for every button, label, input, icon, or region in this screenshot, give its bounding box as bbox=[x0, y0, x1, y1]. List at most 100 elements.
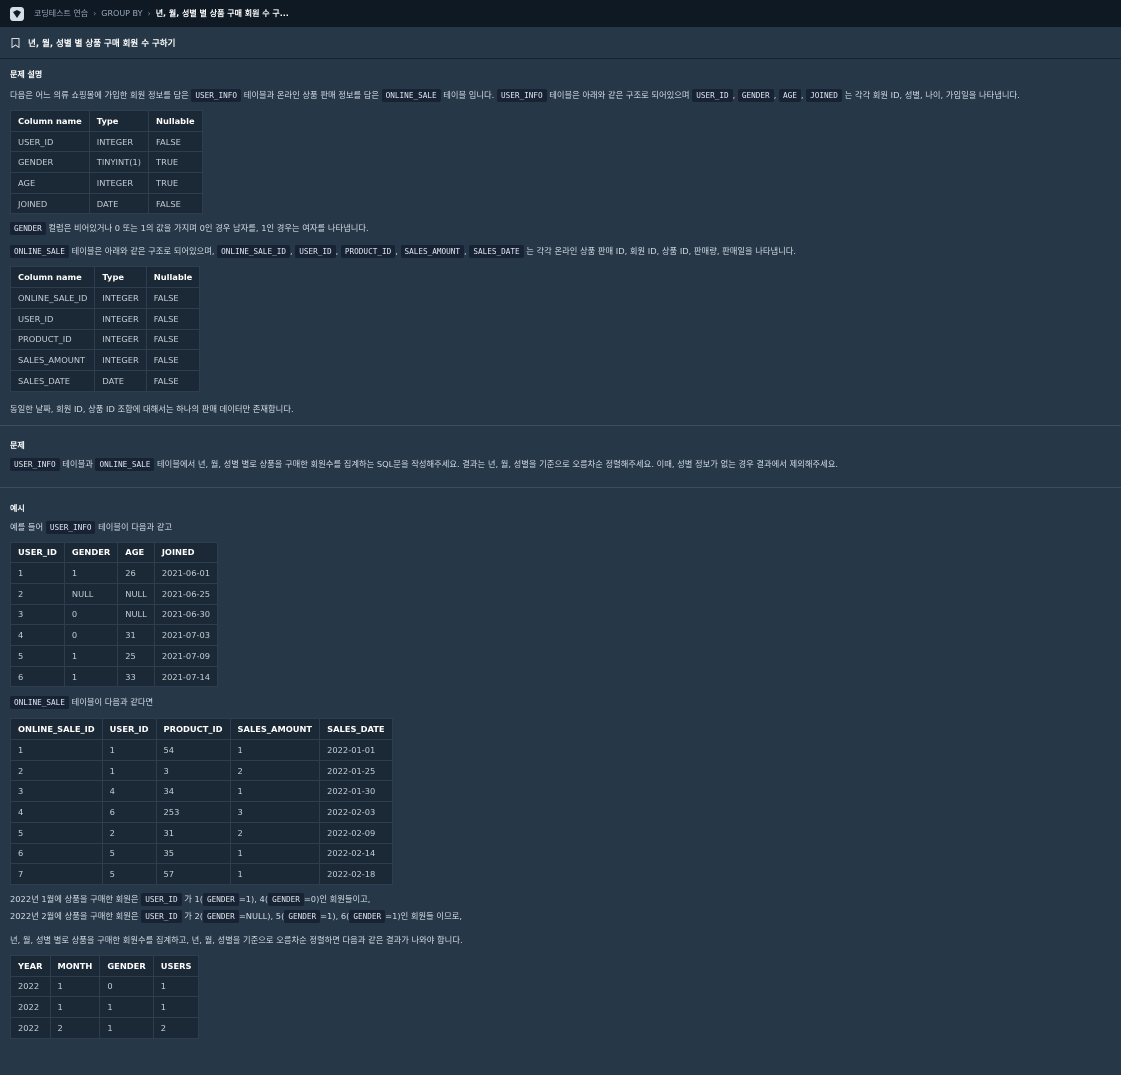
table-cell: 3 bbox=[229, 801, 321, 823]
table-cell: 2021-07-03 bbox=[153, 624, 219, 646]
column-header: USER_ID bbox=[10, 541, 65, 564]
table-cell: NULL bbox=[63, 582, 119, 605]
table-cell: FALSE bbox=[145, 287, 201, 309]
table-cell: 1 bbox=[101, 759, 157, 782]
table-cell: 2 bbox=[10, 582, 65, 605]
breadcrumb-current: 년, 월, 성별 별 상품 구매 회원 수 구... bbox=[155, 9, 289, 18]
table-cell: 1 bbox=[152, 996, 200, 1018]
table-cell: 2021-06-25 bbox=[153, 582, 219, 605]
programmers-logo-icon[interactable] bbox=[10, 6, 24, 21]
january-explanation: 2022년 1월에 상품을 구매한 회원은 USER_ID 가 1(GENDER… bbox=[10, 892, 371, 906]
table-cell: 1 bbox=[101, 739, 157, 761]
table-row: PRODUCT_ID INTEGER FALSE bbox=[9, 328, 201, 351]
table-cell: NULL bbox=[117, 582, 155, 605]
table-cell: 2021-06-30 bbox=[153, 603, 219, 626]
section-heading-description: 문제 설명 bbox=[10, 70, 43, 79]
table-cell: TINYINT(1) bbox=[88, 151, 150, 174]
section-heading-example: 예시 bbox=[10, 503, 25, 513]
top-navigation-bar: 코딩테스트 연습 › GROUP BY › 년, 월, 성별 별 상품 구매 회… bbox=[0, 0, 1121, 27]
table-cell: 31 bbox=[155, 821, 231, 844]
table-row: JOINED DATE FALSE bbox=[10, 192, 203, 215]
table-cell: INTEGER bbox=[94, 307, 147, 330]
table-cell: 7 bbox=[10, 863, 103, 885]
example-intro-online-sale: ONLINE_SALE 테이블이 다음과 같다면 bbox=[10, 694, 1111, 711]
problem-title-bar: 년, 월, 성별 별 상품 구매 회원 수 구하기 bbox=[0, 27, 1121, 59]
table-cell: INTEGER bbox=[94, 328, 147, 351]
table-cell: 1 bbox=[229, 842, 321, 865]
table-cell: 5 bbox=[101, 863, 157, 885]
column-header: GENDER bbox=[99, 954, 154, 977]
table-cell: USER_ID bbox=[10, 130, 90, 153]
table-cell: 4 bbox=[101, 780, 157, 803]
table-cell: 2022-01-25 bbox=[319, 759, 393, 782]
table-row: 3 4 34 1 2022-01-30 bbox=[10, 780, 393, 803]
column-header: JOINED bbox=[153, 541, 219, 564]
breadcrumb-group-by[interactable]: GROUP BY bbox=[101, 9, 142, 18]
table-cell: 25 bbox=[117, 645, 155, 667]
table-cell: FALSE bbox=[145, 349, 201, 371]
table-cell: GENDER bbox=[10, 151, 90, 174]
table-cell: 2022-01-01 bbox=[319, 739, 393, 761]
column-header: YEAR bbox=[10, 954, 51, 977]
table-cell: INTEGER bbox=[94, 349, 147, 371]
table-cell: 35 bbox=[155, 842, 231, 865]
table-header-row: ONLINE_SALE_ID USER_ID PRODUCT_ID SALES_AMO… bbox=[10, 718, 393, 741]
table-cell: TRUE bbox=[148, 172, 203, 194]
table-cell: 4 bbox=[10, 624, 65, 646]
table-row: 7 5 57 1 2022-02-18 bbox=[10, 863, 393, 885]
online-sale-intro: ONLINE_SALE 테이블은 아래와 같은 구조로 되어있으며, ONLIN… bbox=[10, 243, 1111, 260]
table-cell: 2 bbox=[10, 759, 103, 782]
table-cell: 0 bbox=[99, 975, 154, 998]
table-cell: 253 bbox=[155, 801, 231, 823]
table-cell: 2022-02-09 bbox=[319, 821, 393, 844]
table-cell: INTEGER bbox=[88, 172, 150, 194]
table-cell: 2022-01-30 bbox=[319, 780, 393, 803]
table-row: 2022 2 1 2 bbox=[10, 1016, 200, 1039]
column-header: USER_ID bbox=[101, 718, 157, 741]
table-cell: 2022-02-03 bbox=[319, 801, 393, 823]
table-row: 5 1 25 2021-07-09 bbox=[10, 645, 219, 667]
table-header-row: YEAR MONTH GENDER USERS bbox=[10, 954, 200, 977]
table-header-row: Column name Type Nullable bbox=[9, 266, 201, 289]
table-cell: FALSE bbox=[145, 328, 201, 351]
column-header: SALES_AMOUNT bbox=[229, 718, 321, 741]
user-info-schema-table: Column name Type Nullable USER_ID INTEGER FAL… bbox=[10, 110, 203, 215]
table-row: ONLINE_SALE_ID INTEGER FALSE bbox=[9, 287, 201, 309]
table-cell: 2021-06-01 bbox=[153, 562, 219, 584]
table-row: 4 0 31 2021-07-03 bbox=[10, 624, 219, 646]
table-cell: 6 bbox=[10, 665, 65, 688]
table-cell: AGE bbox=[10, 172, 90, 194]
table-cell: 2022-02-14 bbox=[319, 842, 393, 865]
unique-note: 동일한 날짜, 회원 ID, 상품 ID 조합에 대해서는 하나의 판매 데이터… bbox=[10, 403, 294, 414]
table-cell: PRODUCT_ID bbox=[9, 328, 96, 351]
section-heading-problem: 문제 bbox=[10, 440, 25, 450]
table-cell: 2021-07-09 bbox=[153, 645, 219, 667]
table-cell: 1 bbox=[63, 562, 119, 584]
table-row: 2022 1 1 1 bbox=[10, 996, 200, 1018]
table-cell: 57 bbox=[155, 863, 231, 885]
table-cell: 2 bbox=[152, 1016, 200, 1039]
table-cell: 31 bbox=[117, 624, 155, 646]
bookmark-icon[interactable] bbox=[11, 37, 20, 48]
problem-content: 문제 설명 다음은 어느 의류 쇼핑몰에 가입한 회원 정보를 담은 USER_… bbox=[0, 59, 1121, 1039]
table-row: 5 2 31 2 2022-02-09 bbox=[10, 821, 393, 844]
table-cell: 1 bbox=[49, 975, 101, 998]
breadcrumb-coding-test[interactable]: 코딩테스트 연습 bbox=[34, 8, 88, 19]
table-row: SALES_AMOUNT INTEGER FALSE bbox=[9, 349, 201, 371]
table-cell: 1 bbox=[49, 996, 101, 1018]
user-info-example-table: USER_ID GENDER AGE JOINED 1 1 26 2021-06-01 2 NUL… bbox=[10, 541, 219, 688]
table-cell: 1 bbox=[10, 562, 65, 584]
table-cell: 5 bbox=[10, 645, 65, 667]
table-cell: DATE bbox=[88, 192, 150, 215]
table-cell: 6 bbox=[10, 842, 103, 865]
table-cell: USER_ID bbox=[9, 307, 96, 330]
column-header: USERS bbox=[152, 954, 200, 977]
table-row: 1 1 26 2021-06-01 bbox=[10, 562, 219, 584]
table-cell: 5 bbox=[10, 821, 103, 844]
gender-note: GENDER 컬럼은 비어있거나 0 또는 1의 값을 가지며 0인 경우 남자… bbox=[10, 220, 1111, 237]
table-cell: SALES_DATE bbox=[9, 369, 96, 392]
table-cell: INTEGER bbox=[94, 287, 147, 309]
table-cell: 1 bbox=[152, 975, 200, 998]
table-cell: SALES_AMOUNT bbox=[9, 349, 96, 371]
table-cell: FALSE bbox=[145, 369, 201, 392]
